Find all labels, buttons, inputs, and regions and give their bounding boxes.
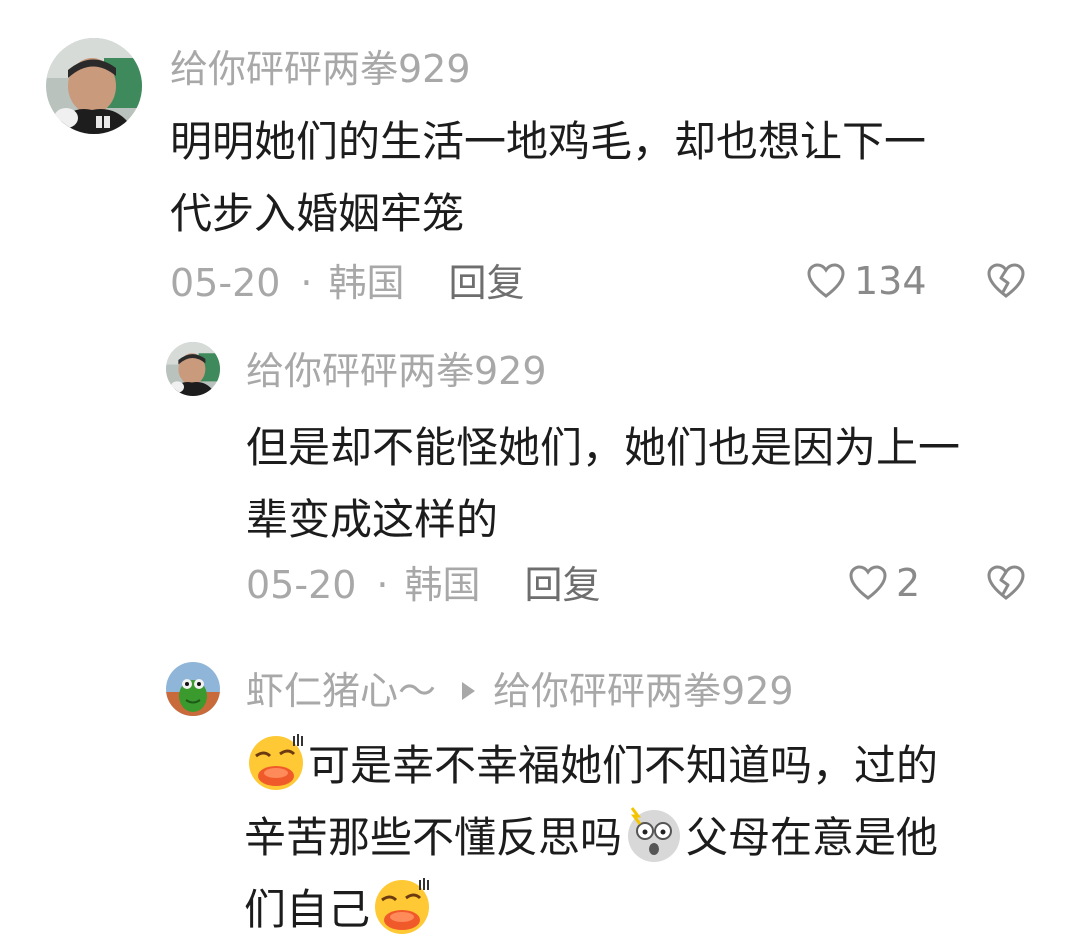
username[interactable]: 虾仁猪心～ xyxy=(246,669,436,713)
blowing-kiss-face-emoji xyxy=(375,878,430,934)
shocked-face-emoji xyxy=(628,807,681,862)
comment-line: 辈变成这样的 xyxy=(246,495,499,544)
reply-item: 虾仁猪心～ 给你砰砰两拳929 可是幸不幸福她们不知道吗，过的 辛苦那些不懂反思吗… xyxy=(0,630,1078,952)
broken-heart-icon xyxy=(987,263,1025,298)
comment-meta: 05-20 · 韩国 回复 xyxy=(170,264,525,302)
like-count: 2 xyxy=(896,561,921,605)
comment-date: 05-20 xyxy=(246,563,357,607)
avatar[interactable] xyxy=(166,342,220,396)
reply-item: 给你砰砰两拳929 但是却不能怪她们，她们也是因为上一 辈变成这样的 05-20… xyxy=(0,330,1078,630)
broken-heart-icon xyxy=(987,565,1025,600)
comment-line-text: 们自己 xyxy=(244,885,371,934)
like-count: 134 xyxy=(854,259,927,303)
meta-separator: · xyxy=(376,563,389,607)
blowing-kiss-face-emoji xyxy=(249,734,303,790)
comment-line: 辛苦那些不懂反思吗 父母在意是他 xyxy=(244,802,938,874)
comment-text: 可是幸不幸福她们不知道吗，过的 辛苦那些不懂反思吗 父母在意是他 们自己 xyxy=(244,730,938,946)
comment-location: 韩国 xyxy=(328,261,405,305)
comment-text: 但是却不能怪她们，她们也是因为上一 辈变成这样的 xyxy=(246,412,960,556)
avatar[interactable] xyxy=(46,38,142,134)
comment-line-text: 可是幸不幸福她们不知道吗，过的 xyxy=(308,741,939,790)
comment-line-text: 父母在意是他 xyxy=(686,813,939,862)
username[interactable]: 给你砰砰两拳929 xyxy=(246,352,547,390)
comment-line-text: 辛苦那些不懂反思吗 xyxy=(244,813,623,862)
comment-meta: 05-20 · 韩国 回复 xyxy=(246,566,601,604)
reply-button[interactable]: 回复 xyxy=(525,563,601,607)
comment-text: 明明她们的生活一地鸡毛，却也想让下一 代步入婚姻牢笼 xyxy=(170,106,926,250)
comment-line: 可是幸不幸福她们不知道吗，过的 xyxy=(244,730,938,802)
heart-outline-icon xyxy=(807,263,845,298)
comment-item: 给你砰砰两拳929 明明她们的生活一地鸡毛，却也想让下一 代步入婚姻牢笼 05-… xyxy=(0,0,1078,330)
comment-line: 代步入婚姻牢笼 xyxy=(170,189,465,238)
reply-to-username[interactable]: 给你砰砰两拳929 xyxy=(493,669,794,713)
like-button[interactable]: 134 xyxy=(806,262,927,300)
comment-date: 05-20 xyxy=(170,261,281,305)
dislike-button[interactable] xyxy=(986,564,1026,606)
comment-line: 但是却不能怪她们，她们也是因为上一 xyxy=(246,423,961,472)
username-line: 虾仁猪心～ 给你砰砰两拳929 xyxy=(246,672,794,710)
avatar[interactable] xyxy=(166,662,220,716)
comment-line: 明明她们的生活一地鸡毛，却也想让下一 xyxy=(170,117,927,166)
dislike-button[interactable] xyxy=(986,262,1026,304)
reply-button[interactable]: 回复 xyxy=(449,261,525,305)
like-button[interactable]: 2 xyxy=(848,564,920,602)
comment-location: 韩国 xyxy=(404,563,481,607)
meta-separator: · xyxy=(300,261,313,305)
username[interactable]: 给你砰砰两拳929 xyxy=(170,50,471,88)
heart-outline-icon xyxy=(849,565,887,600)
reply-arrow-icon xyxy=(462,681,476,700)
comment-line: 们自己 xyxy=(244,874,938,946)
